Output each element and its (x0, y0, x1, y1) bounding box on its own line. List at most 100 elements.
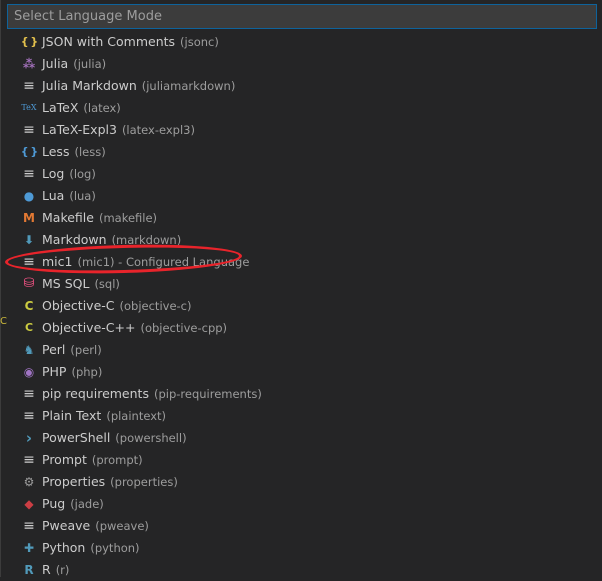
list-item[interactable]: ≡ Log (log) (1, 163, 602, 185)
item-description: (python) (90, 541, 140, 555)
item-label: Python (42, 540, 86, 555)
lines-icon: ≡ (23, 78, 35, 94)
list-item[interactable]: ≡ Prompt (prompt) (1, 449, 602, 471)
list-item[interactable]: M Makefile (makefile) (1, 207, 602, 229)
item-description: (lua) (69, 189, 96, 203)
item-label: Plain Text (42, 408, 102, 423)
item-description: (latex-expl3) (121, 123, 195, 137)
lines-icon: ≡ (23, 452, 35, 468)
python-icon: ✚ (23, 541, 35, 555)
list-item[interactable]: C Objective-C++ (objective-cpp) (1, 317, 602, 339)
lines-icon: ≡ (23, 254, 35, 270)
lines-icon: ≡ (23, 518, 35, 534)
language-list: { } JSON with Comments (jsonc) ⁂ Julia (julia… (1, 31, 602, 581)
item-description: (properties) (110, 475, 178, 489)
item-description: (plaintext) (106, 409, 167, 423)
r-icon: R (24, 563, 34, 577)
markdown-icon: ⬇ (23, 233, 35, 247)
item-label: Julia Markdown (42, 78, 137, 93)
item-label: mic1 (42, 254, 73, 269)
list-item[interactable]: ⚙ Properties (properties) (1, 471, 602, 493)
julia-icon: ⁂ (22, 57, 36, 71)
list-item[interactable]: ♞ Perl (perl) (1, 339, 602, 361)
item-label: pip requirements (42, 386, 149, 401)
list-item[interactable]: C Objective-C (objective-c) (1, 295, 602, 317)
item-description: (latex) (83, 101, 121, 115)
item-label: Pweave (42, 518, 91, 533)
list-item[interactable]: ≡ Plain Text (plaintext) (1, 405, 602, 427)
edge-marker: C (0, 316, 7, 327)
list-item[interactable]: ≡ pip requirements (pip-requirements) (1, 383, 602, 405)
item-label: Prompt (42, 452, 87, 467)
pug-icon: ◆ (24, 497, 34, 511)
item-description: (pip-requirements) (153, 387, 262, 401)
lines-icon: ≡ (23, 122, 35, 138)
item-description: (mic1) - Configured Language (77, 255, 250, 269)
gear-icon: ⚙ (23, 475, 35, 489)
item-label: Less (42, 144, 70, 159)
item-description: (prompt) (91, 453, 143, 467)
elephant-icon: ◉ (23, 365, 35, 379)
item-description: (objective-cpp) (140, 321, 228, 335)
lines-icon: ≡ (23, 408, 35, 424)
lines-icon: ≡ (23, 386, 35, 402)
lines-icon: ≡ (23, 166, 35, 182)
item-label: Pug (42, 496, 66, 511)
list-item[interactable]: { } Less (less) (1, 141, 602, 163)
item-label: Julia (42, 56, 69, 71)
item-label: Markdown (42, 232, 107, 247)
item-label: Objective-C++ (42, 320, 136, 335)
item-label: LaTeX (42, 100, 79, 115)
list-item[interactable]: ◆ Pug (jade) (1, 493, 602, 515)
item-description: (makefile) (98, 211, 158, 225)
objcpp-icon: C (24, 321, 34, 334)
list-item[interactable]: ≡ Julia Markdown (juliamarkdown) (1, 75, 602, 97)
list-item[interactable]: › PowerShell (powershell) (1, 427, 602, 449)
braces-icon: { } (20, 145, 39, 158)
list-item[interactable]: { } JSON with Comments (jsonc) (1, 31, 602, 53)
item-label: Properties (42, 474, 106, 489)
list-item[interactable]: R R (r) (1, 559, 602, 581)
list-item[interactable]: ⁂ Julia (julia) (1, 53, 602, 75)
braces-icon: { } (20, 35, 39, 48)
item-label: Log (42, 166, 65, 181)
item-description: (julia) (73, 57, 107, 71)
item-label: Perl (42, 342, 66, 357)
objc-icon: C (24, 299, 34, 313)
item-description: (perl) (70, 343, 102, 357)
item-label: Objective-C (42, 298, 115, 313)
list-item[interactable]: ◉ PHP (php) (1, 361, 602, 383)
list-item[interactable]: ● Lua (lua) (1, 185, 602, 207)
list-item[interactable]: ⬇ Markdown (markdown) (1, 229, 602, 251)
item-description: (r) (55, 563, 70, 577)
item-label: PowerShell (42, 430, 111, 445)
list-item[interactable]: TeX LaTeX (latex) (1, 97, 602, 119)
terminal-icon: › (25, 429, 33, 447)
item-label: Lua (42, 188, 65, 203)
database-icon: ⛁ (23, 276, 35, 291)
language-mode-picker: { }JSON with Comments(jsonc) ⁂ Julia (julia… (0, 0, 602, 577)
camel-icon: ♞ (23, 343, 35, 357)
item-label: PHP (42, 364, 67, 379)
item-description: (log) (69, 167, 96, 181)
item-label: MS SQL (42, 276, 90, 291)
list-item[interactable]: ≡ mic1 (mic1) - Configured Language (1, 251, 602, 273)
tex-icon: TeX (21, 103, 37, 112)
item-label: Makefile (42, 210, 94, 225)
item-description: (juliamarkdown) (141, 79, 236, 93)
item-description: (pweave) (95, 519, 149, 533)
list-item[interactable]: ⛁ MS SQL (sql) (1, 273, 602, 295)
item-description: (sql) (94, 277, 120, 291)
search-box (7, 4, 597, 29)
item-description: (jsonc) (180, 35, 219, 49)
list-item[interactable]: ≡ Pweave (pweave) (1, 515, 602, 537)
item-description: (markdown) (111, 233, 182, 247)
makefile-icon: M (23, 211, 35, 225)
item-description: (less) (74, 145, 106, 159)
item-description: (php) (71, 365, 103, 379)
item-description: (objective-c) (119, 299, 192, 313)
list-item[interactable]: ✚ Python (python) (1, 537, 602, 559)
list-item[interactable]: ≡ LaTeX-Expl3 (latex-expl3) (1, 119, 602, 141)
item-label: R (42, 562, 51, 577)
search-input[interactable] (7, 4, 597, 29)
